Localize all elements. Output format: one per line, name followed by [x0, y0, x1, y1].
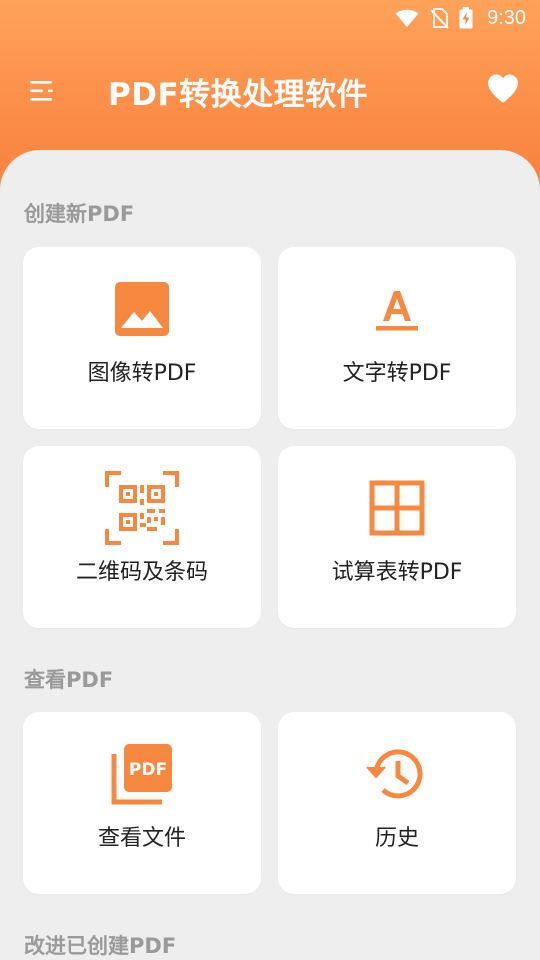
- card-history[interactable]: 历史: [278, 712, 516, 894]
- no-sim-icon: [429, 7, 449, 29]
- qr-code-icon: [104, 470, 180, 546]
- heart-icon: [488, 74, 518, 103]
- card-label: 历史: [374, 826, 419, 851]
- app-bar: PDF转换处理软件: [0, 56, 540, 126]
- card-view-file[interactable]: PDF 查看文件: [23, 712, 261, 894]
- status-bar: 9:30: [0, 0, 540, 36]
- pdf-file-icon: PDF: [104, 736, 180, 812]
- card-text-to-pdf[interactable]: 文字转PDF: [278, 247, 516, 429]
- card-image-to-pdf[interactable]: 图像转PDF: [23, 247, 261, 429]
- text-a-icon: [359, 271, 435, 347]
- wifi-icon: [395, 8, 419, 28]
- section-title-improve: 改进已创建PDF: [24, 934, 177, 958]
- status-time: 9:30: [487, 6, 526, 29]
- history-icon: [359, 736, 435, 812]
- menu-button[interactable]: [28, 78, 58, 104]
- card-qr-and-barcode[interactable]: 二维码及条码: [23, 446, 261, 628]
- app-title: PDF转换处理软件: [108, 77, 369, 113]
- card-spreadsheet-to-pdf[interactable]: 试算表转PDF: [278, 446, 516, 628]
- card-label: 二维码及条码: [75, 560, 208, 585]
- section-title-create: 创建新PDF: [24, 202, 135, 226]
- card-label: 查看文件: [97, 826, 186, 851]
- battery-charging-icon: [459, 7, 473, 29]
- spreadsheet-grid-icon: [359, 470, 435, 546]
- card-label: 图像转PDF: [87, 361, 197, 386]
- favorite-button[interactable]: [486, 72, 520, 106]
- content-panel: 创建新PDF 图像转PDF 文字转PDF 二维码及条码 试算表转PDF 查看PD…: [0, 150, 540, 960]
- pdf-icon-text: PDF: [129, 760, 167, 780]
- image-icon: [104, 271, 180, 347]
- section-title-view: 查看PDF: [24, 668, 114, 692]
- card-label: 文字转PDF: [342, 361, 452, 386]
- card-label: 试算表转PDF: [331, 560, 463, 585]
- menu-icon: [30, 81, 53, 101]
